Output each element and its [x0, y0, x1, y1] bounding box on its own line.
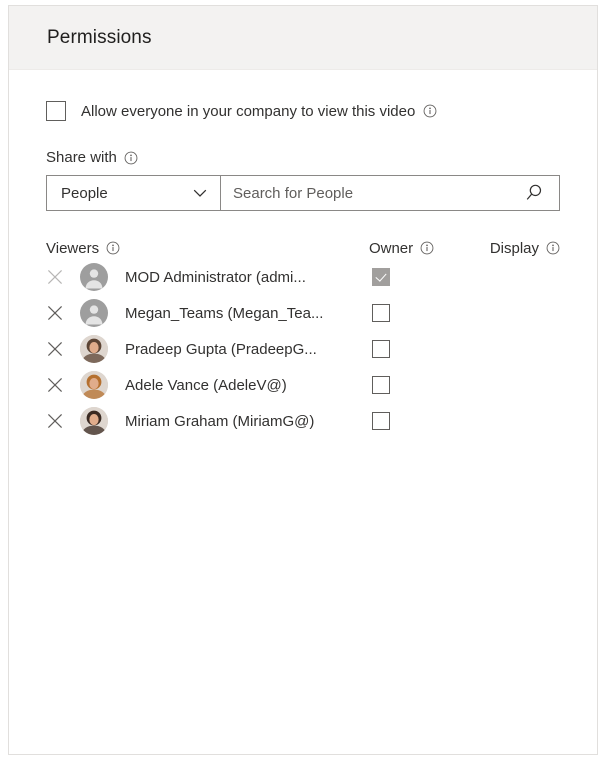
table-row: MOD Administrator (admi...	[46, 259, 560, 295]
close-icon[interactable]	[46, 304, 64, 322]
chevron-down-icon	[192, 185, 208, 201]
table-body: MOD Administrator (admi... Megan_Teams (M…	[46, 259, 560, 439]
owner-cell	[372, 340, 494, 358]
column-header-viewers-label: Viewers	[46, 239, 100, 257]
viewer-cell: Megan_Teams (Megan_Tea...	[46, 299, 372, 327]
info-icon[interactable]	[423, 104, 437, 118]
table-row: Megan_Teams (Megan_Tea...	[46, 295, 560, 331]
share-controls: People	[46, 175, 560, 211]
owner-checkbox[interactable]	[372, 376, 390, 394]
viewer-name: Miriam Graham (MiriamG@)	[125, 412, 315, 430]
share-type-dropdown[interactable]: People	[46, 175, 221, 211]
owner-cell	[372, 304, 494, 322]
avatar	[80, 263, 108, 291]
viewer-cell: Pradeep Gupta (PradeepG...	[46, 335, 372, 363]
allow-everyone-row: Allow everyone in your company to view t…	[46, 101, 560, 121]
viewer-name: Megan_Teams (Megan_Tea...	[125, 304, 324, 322]
avatar	[80, 335, 108, 363]
column-header-viewers: Viewers	[46, 240, 369, 257]
share-with-label: Share with	[46, 149, 117, 166]
viewer-cell: Miriam Graham (MiriamG@)	[46, 407, 372, 435]
table-row: Pradeep Gupta (PradeepG...	[46, 331, 560, 367]
info-icon[interactable]	[420, 241, 434, 255]
table-header-row: Viewers Owner Display	[46, 237, 560, 259]
avatar	[80, 299, 108, 327]
owner-checkbox[interactable]	[372, 304, 390, 322]
table-row: Miriam Graham (MiriamG@)	[46, 403, 560, 439]
viewer-name: Pradeep Gupta (PradeepG...	[125, 340, 317, 358]
owner-cell	[372, 412, 494, 430]
table-row: Adele Vance (AdeleV@)	[46, 367, 560, 403]
info-icon[interactable]	[546, 241, 560, 255]
column-header-owner-label: Owner	[368, 239, 414, 257]
viewer-name: Adele Vance (AdeleV@)	[125, 376, 287, 394]
search-people-box	[221, 175, 560, 211]
viewer-name: MOD Administrator (admi...	[125, 268, 306, 286]
column-header-owner: Owner	[369, 240, 490, 257]
owner-checkbox[interactable]	[372, 412, 390, 430]
panel-header: Permissions	[9, 6, 597, 70]
allow-everyone-checkbox[interactable]	[46, 101, 66, 121]
close-icon[interactable]	[46, 412, 64, 430]
viewer-cell: MOD Administrator (admi...	[46, 263, 372, 291]
info-icon[interactable]	[106, 241, 120, 255]
share-type-value: People	[61, 184, 108, 202]
avatar	[80, 407, 108, 435]
column-header-display-label: Display	[489, 239, 539, 257]
panel-body: Allow everyone in your company to view t…	[9, 101, 597, 439]
close-icon[interactable]	[46, 376, 64, 394]
permissions-table: Viewers Owner Display MOD Administrator …	[46, 237, 560, 439]
avatar	[80, 371, 108, 399]
owner-cell	[372, 376, 494, 394]
owner-cell	[372, 268, 494, 286]
search-icon[interactable]	[523, 182, 545, 204]
viewer-cell: Adele Vance (AdeleV@)	[46, 371, 372, 399]
share-with-label-row: Share with	[46, 149, 560, 166]
column-header-display: Display	[490, 240, 560, 257]
info-icon[interactable]	[124, 151, 138, 165]
search-input[interactable]	[233, 184, 523, 202]
close-icon[interactable]	[46, 340, 64, 358]
permissions-panel: Permissions Allow everyone in your compa…	[8, 5, 598, 755]
owner-checkbox	[372, 268, 390, 286]
page-title: Permissions	[47, 26, 152, 48]
allow-everyone-label: Allow everyone in your company to view t…	[81, 102, 416, 120]
close-icon	[46, 268, 64, 286]
owner-checkbox[interactable]	[372, 340, 390, 358]
